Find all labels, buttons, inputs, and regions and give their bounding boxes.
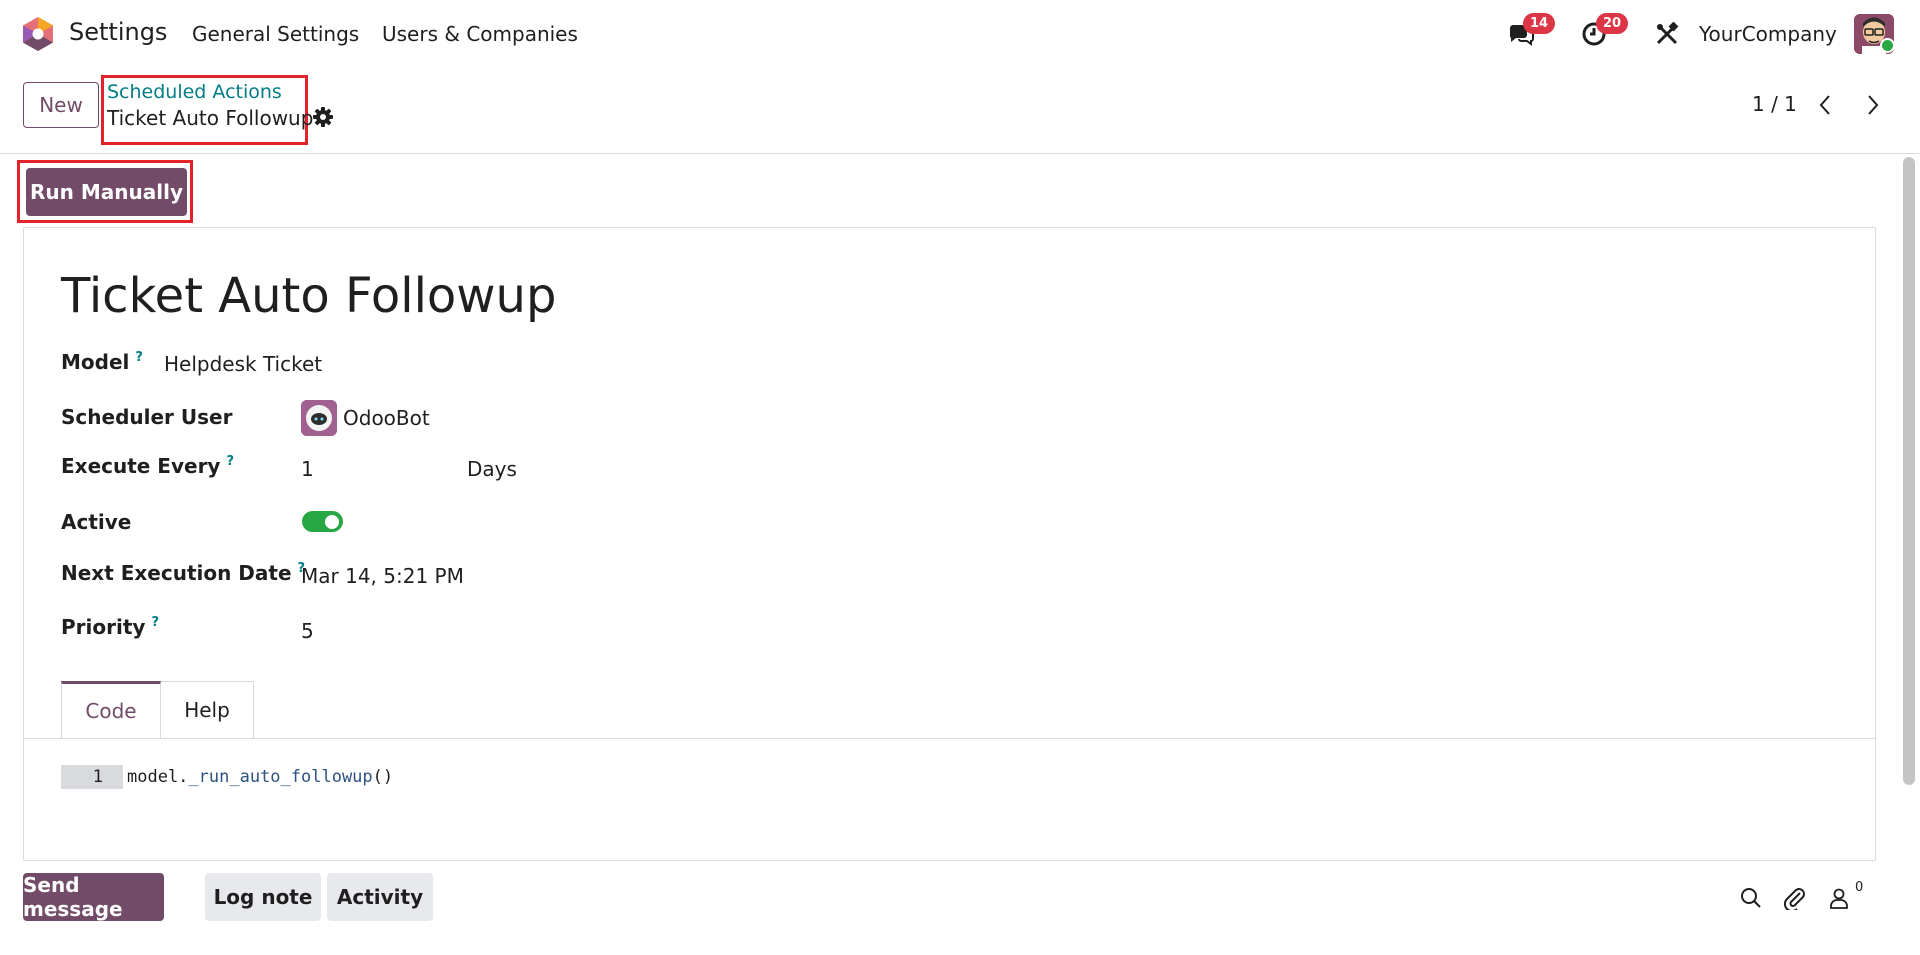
chevron-right-icon: [1868, 95, 1879, 115]
messaging-menu[interactable]: 14: [1505, 13, 1556, 50]
next-execution-date-label-text: Next Execution Date: [61, 561, 292, 585]
tab-divider: [24, 738, 1875, 739]
run-manually-button[interactable]: Run Manually: [26, 168, 187, 216]
scheduler-user-label: Scheduler User: [61, 405, 233, 429]
model-value: Helpdesk Ticket: [164, 352, 323, 376]
pager-previous-button[interactable]: [1811, 90, 1839, 120]
chevron-left-icon: [1819, 95, 1830, 115]
person-icon: [1830, 888, 1848, 909]
priority-label: Priority?: [61, 615, 159, 639]
breadcrumb-current: Ticket Auto Followup: [107, 106, 314, 130]
activity-menu[interactable]: 20: [1578, 13, 1629, 50]
company-switcher[interactable]: YourCompany: [1699, 22, 1837, 46]
tab-help[interactable]: Help: [161, 681, 254, 738]
followers-button[interactable]: [1825, 884, 1853, 912]
app-name[interactable]: Settings: [69, 18, 167, 46]
messages-badge: 14: [1523, 13, 1556, 34]
execute-every-label: Execute Every?: [61, 454, 234, 478]
odoobot-avatar: [301, 400, 337, 436]
top-navbar: Settings General Settings Users & Compan…: [0, 0, 1920, 68]
toggle-knob: [325, 515, 339, 529]
activity-button[interactable]: Activity: [327, 873, 433, 921]
line-number: 1: [61, 765, 123, 789]
active-toggle[interactable]: [302, 511, 343, 532]
pager-next-button[interactable]: [1859, 90, 1887, 120]
code-editor[interactable]: 1 model._run_auto_followup(): [61, 765, 393, 789]
debug-tools-button[interactable]: [1651, 18, 1683, 50]
control-panel: New Scheduled Actions Ticket Auto Follow…: [0, 68, 1920, 154]
paperclip-icon: [1783, 888, 1805, 910]
odoo-logo-icon[interactable]: [21, 16, 55, 52]
record-title[interactable]: Ticket Auto Followup: [61, 268, 556, 324]
help-tooltip-icon[interactable]: ?: [226, 454, 234, 469]
followers-count: 0: [1855, 880, 1864, 895]
tab-code[interactable]: Code: [61, 681, 161, 738]
priority-label-text: Priority: [61, 615, 146, 639]
breadcrumb-parent-link[interactable]: Scheduled Actions: [107, 81, 282, 103]
execute-every-label-text: Execute Every: [61, 454, 221, 478]
code-function: _run_auto_followup: [188, 767, 373, 787]
notebook-tabs: Code Help: [61, 681, 254, 738]
code-suffix: (): [372, 767, 394, 787]
next-execution-date-label: Next Execution Date?: [61, 561, 305, 585]
breadcrumb: Scheduled Actions Ticket Auto Followup: [101, 75, 313, 145]
menu-general-settings[interactable]: General Settings: [192, 22, 359, 46]
send-message-button[interactable]: Send message: [23, 873, 164, 921]
next-execution-date-field[interactable]: Mar 14, 5:21 PM: [301, 564, 464, 588]
code-text[interactable]: model._run_auto_followup(): [123, 767, 393, 787]
code-prefix: model.: [127, 767, 189, 787]
menu-users-companies[interactable]: Users & Companies: [382, 22, 578, 46]
new-button[interactable]: New: [23, 82, 99, 128]
run-manually-highlight: Run Manually: [17, 160, 193, 223]
interval-type-select[interactable]: Days: [467, 457, 517, 481]
tools-icon: [1656, 22, 1679, 45]
priority-field[interactable]: 5: [301, 619, 314, 643]
help-tooltip-icon[interactable]: ?: [151, 615, 159, 630]
gear-icon[interactable]: [312, 106, 334, 128]
active-label: Active: [61, 510, 132, 534]
help-tooltip-icon[interactable]: ?: [135, 350, 143, 365]
log-note-button[interactable]: Log note: [205, 873, 321, 921]
activities-badge: 20: [1596, 13, 1629, 34]
model-label-text: Model: [61, 350, 130, 374]
vertical-scrollbar[interactable]: [1903, 157, 1915, 785]
online-status-indicator: [1880, 38, 1895, 53]
interval-number-field[interactable]: 1: [301, 457, 314, 481]
form-sheet: Ticket Auto Followup Model? Helpdesk Tic…: [23, 227, 1876, 861]
model-label: Model?: [61, 350, 143, 374]
pager-value[interactable]: 1 / 1: [1752, 92, 1797, 116]
attachments-button[interactable]: [1781, 884, 1809, 912]
search-messages-button[interactable]: [1737, 884, 1765, 912]
search-icon: [1741, 888, 1761, 908]
scheduler-user-value[interactable]: OdooBot: [343, 406, 430, 430]
